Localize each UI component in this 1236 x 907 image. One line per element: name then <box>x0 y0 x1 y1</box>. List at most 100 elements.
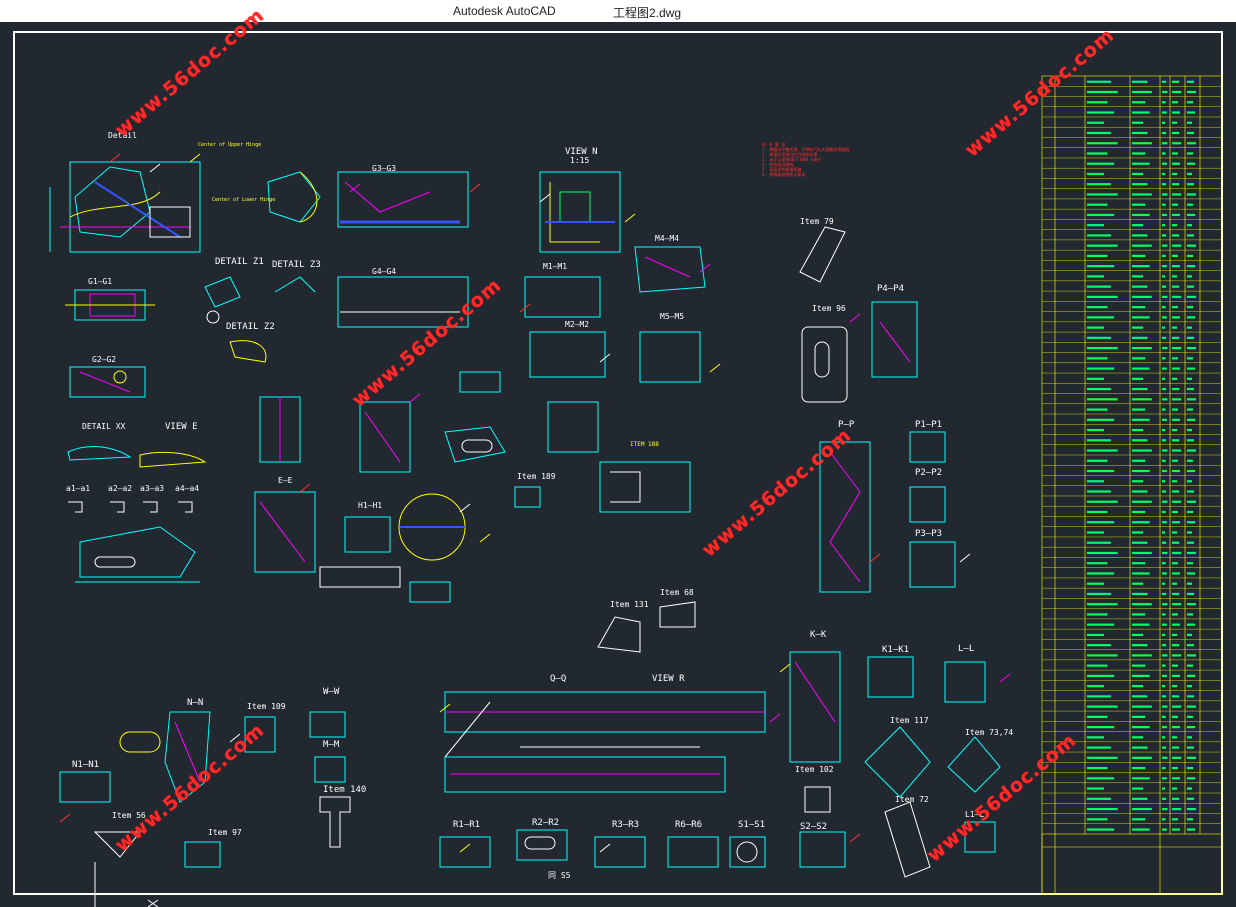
bom-cell-text <box>1087 316 1115 319</box>
bom-cell-text <box>1132 685 1143 688</box>
bom-cell-text <box>1087 480 1104 483</box>
bom-cell-text <box>1162 777 1167 780</box>
bom-cell-text <box>1162 439 1167 442</box>
bom-cell-text <box>1187 766 1193 770</box>
bom-cell-text <box>1162 357 1166 360</box>
bom-cell-text <box>1172 531 1177 534</box>
bom-cell-text <box>1087 469 1115 473</box>
bom-cell-text <box>1172 695 1179 698</box>
label-r1: R1—R1 <box>453 820 481 830</box>
bom-cell-text <box>1172 316 1180 319</box>
bom-cell-text <box>1087 152 1108 155</box>
bom-cell-text <box>1187 90 1196 94</box>
leader-line <box>959 553 971 563</box>
bom-cell-text <box>1162 490 1167 493</box>
bom-cell-text <box>1132 224 1143 227</box>
bom-cell-text <box>1172 193 1181 196</box>
bom-cell-text <box>1162 347 1168 350</box>
bom-cell-text <box>1087 756 1118 759</box>
bom-cell-text <box>1087 705 1118 708</box>
label-view-r: VIEW R <box>652 674 685 684</box>
bom-cell-text <box>1162 685 1165 688</box>
bom-cell-text <box>1132 152 1146 155</box>
bom-cell-text <box>1162 807 1168 811</box>
bom-cell-text <box>1132 387 1148 391</box>
bom-cell-text <box>1162 316 1167 319</box>
bom-cell-text <box>1132 183 1148 186</box>
bom-cell-text <box>1162 275 1165 278</box>
bom-cell-text <box>1132 326 1143 329</box>
bom-cell-text <box>1162 644 1167 647</box>
bom-cell-text <box>1172 172 1177 176</box>
bom-cell-text <box>1087 572 1115 575</box>
bom-cell-text <box>1087 807 1118 811</box>
bom-cell-text <box>1187 572 1195 575</box>
label-m2: M2—M2 <box>565 320 590 329</box>
bom-cell-text <box>1162 695 1167 698</box>
small-sections <box>68 501 193 513</box>
bom-cell-text <box>1172 541 1179 544</box>
bom-cell-text <box>1132 131 1148 135</box>
bom-cell-text <box>1132 336 1148 339</box>
bom-cell-text <box>1162 828 1167 831</box>
bom-cell-text <box>1172 203 1178 206</box>
bom-cell-text <box>1172 306 1178 309</box>
bom-cell-text <box>1172 807 1181 811</box>
bom-cell-text <box>1087 439 1111 442</box>
bom-cell-text <box>1172 244 1181 247</box>
label-r2: R2—R2 <box>532 818 560 828</box>
bom-cell-text <box>1162 387 1167 391</box>
bom-cell-text <box>1187 521 1195 524</box>
drawing-canvas[interactable]: 技 术 要 求 1. 焊缝须平整光滑，不得有气孔夹渣裂纹等缺陷 2. 焊接后须进… <box>0 4 1236 907</box>
bom-cell-text <box>1162 633 1165 637</box>
bom-cell-text <box>1132 265 1150 268</box>
bom-cell-text <box>1087 459 1108 462</box>
detail-xx <box>67 446 207 468</box>
label-p1: P1—P1 <box>915 420 943 430</box>
bom-cell-text <box>1087 131 1111 135</box>
bom-cell-text <box>1087 183 1111 186</box>
bom-cell-text <box>1087 357 1108 360</box>
bom-cell-text <box>1132 592 1148 596</box>
bom-cell-text <box>1132 623 1150 626</box>
bom-cell-text <box>1187 480 1192 483</box>
bom-cell-text <box>1132 756 1152 759</box>
bom-cell-text <box>1087 285 1111 288</box>
bom-cell-text <box>1087 142 1118 145</box>
bom-cell-text <box>1172 418 1180 421</box>
bom-cell-text <box>1087 654 1118 657</box>
bom-cell-text <box>1087 828 1115 831</box>
bom-cell-text <box>1087 521 1115 524</box>
drawing-svg <box>13 31 1223 907</box>
bom-cell-text <box>1162 285 1167 288</box>
bom-cell-text <box>1087 428 1104 432</box>
bom-cell-text <box>1162 766 1166 770</box>
bom-cell-text <box>1187 193 1196 196</box>
label-item140: Item 140 <box>323 785 367 795</box>
bom-cell-text <box>1162 500 1168 503</box>
leader-line <box>769 713 781 723</box>
label-item97: Item 97 <box>208 828 242 837</box>
bom-cell-text <box>1087 90 1118 94</box>
bom-cell-text <box>1172 408 1178 411</box>
bom-cell-text <box>1132 531 1143 534</box>
bom-cell-text <box>1187 285 1194 288</box>
app-title: Autodesk AutoCAD <box>453 4 556 18</box>
bom-cell-text <box>1172 101 1178 104</box>
label-ee: E—E <box>278 476 293 485</box>
label-view-e: VIEW E <box>165 422 198 432</box>
bom-cell-text <box>1132 111 1150 114</box>
section-g1 <box>65 289 155 321</box>
bom-cell-text <box>1172 613 1178 616</box>
bom-cell-text <box>1187 152 1193 155</box>
bom-cell-text <box>1187 265 1195 268</box>
bom-cell-text <box>1172 490 1179 493</box>
bom-cell-text <box>1087 623 1115 626</box>
leader-line <box>849 313 861 323</box>
bom-cell-text <box>1172 398 1181 401</box>
bom-cell-text <box>1132 541 1148 544</box>
beam-view-r <box>444 691 766 793</box>
item-link <box>75 526 200 583</box>
bom-cell-text <box>1132 377 1143 380</box>
bom-cell-text <box>1172 705 1181 708</box>
